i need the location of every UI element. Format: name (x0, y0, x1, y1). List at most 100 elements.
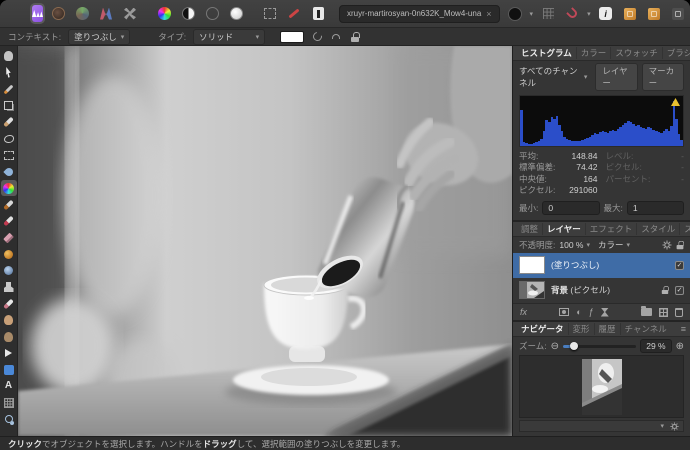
tone-mapping-persona-icon[interactable] (97, 5, 115, 23)
move-backward-icon[interactable] (669, 5, 687, 23)
document-info-icon[interactable] (309, 5, 327, 23)
tool-smudge[interactable] (1, 329, 17, 345)
tool-eraser[interactable] (1, 230, 17, 246)
develop-persona-icon[interactable] (73, 5, 91, 23)
live-filter-icon[interactable]: ƒ (589, 307, 594, 317)
move-forward-icon[interactable] (645, 5, 663, 23)
min-input[interactable]: 0 (542, 201, 599, 215)
tab-effects[interactable]: エフェクト (585, 223, 637, 235)
snapping-magnet-icon[interactable] (563, 5, 581, 23)
tool-freehand[interactable] (1, 131, 17, 147)
assistant-icon[interactable]: i (597, 5, 615, 23)
tool-zoom[interactable] (1, 411, 17, 427)
reverse-icon[interactable] (330, 31, 342, 43)
channel-select[interactable]: すべてのチャンネル ▾ (519, 65, 587, 89)
adjustment-layer-icon[interactable]: ◐ (576, 307, 581, 317)
auto-white-balance-icon[interactable] (155, 5, 173, 23)
lock-icon[interactable] (677, 241, 684, 250)
tool-flood-select[interactable] (1, 164, 17, 180)
fill-color-swatch[interactable] (280, 31, 304, 43)
tool-blemish[interactable] (1, 345, 17, 361)
chevron-down-icon[interactable]: ▾ (660, 422, 664, 430)
tool-dodge-brush[interactable] (1, 312, 17, 328)
tool-shape[interactable] (1, 362, 17, 378)
layer-visibility-checkbox[interactable]: ✓ (675, 261, 684, 270)
tab-styles[interactable]: スタイル (636, 223, 679, 235)
document-tab[interactable]: xruyr-martirosyan-0n632K_Mow4-una × (339, 5, 500, 23)
zoom-value-field[interactable]: 29 % (640, 339, 671, 353)
tool-colorpicker[interactable] (1, 81, 17, 97)
max-input[interactable]: 1 (627, 201, 684, 215)
zoom-out-icon[interactable]: ⊖ (551, 341, 559, 352)
panel-menu-icon[interactable]: ≡ (681, 324, 686, 334)
tool-gradient[interactable] (1, 180, 17, 196)
zoom-slider[interactable] (563, 345, 636, 348)
delete-layer-icon[interactable] (675, 308, 683, 317)
photo-persona-icon[interactable] (32, 5, 43, 22)
snapping-grid-icon[interactable] (539, 5, 557, 23)
document-canvas[interactable] (18, 46, 512, 436)
tab-transform[interactable]: 変形 (568, 323, 594, 335)
auto-contrast-icon[interactable] (179, 5, 197, 23)
liquify-persona-icon[interactable] (49, 5, 67, 23)
tool-pixel[interactable] (1, 213, 17, 229)
swatch-caret-icon[interactable]: ▾ (530, 10, 534, 18)
tab-brushes[interactable]: ブラシ (662, 47, 690, 59)
tab-adjustments[interactable]: 調整 (517, 223, 542, 235)
tab-histogram[interactable]: ヒストグラム (517, 47, 576, 59)
layer-effects-icon[interactable]: fx (520, 307, 527, 317)
tool-selection-brush[interactable] (1, 114, 17, 130)
tool-dodge[interactable] (1, 246, 17, 262)
tool-mesh-warp[interactable] (1, 395, 17, 411)
tab-color[interactable]: カラー (576, 47, 611, 59)
tab-history[interactable]: 履歴 (594, 323, 620, 335)
layer-row-background[interactable]: 背景 (ピクセル) ✓ (513, 278, 690, 303)
group-layers-icon[interactable] (641, 308, 652, 316)
layer-scope-button[interactable]: レイヤー (595, 63, 637, 91)
blend-ranges-icon[interactable] (601, 308, 609, 317)
chevron-down-icon: ▾ (584, 73, 588, 81)
opacity-dropdown[interactable]: 100 % ▾ (559, 240, 590, 250)
blend-mode-dropdown[interactable]: カラー ▾ (598, 239, 630, 251)
rotate-icon[interactable] (311, 31, 323, 43)
tool-marquee[interactable] (1, 147, 17, 163)
tool-blur[interactable] (1, 263, 17, 279)
tool-clone[interactable] (1, 279, 17, 295)
tab-layers[interactable]: レイヤー (542, 223, 585, 235)
tool-healing[interactable] (1, 296, 17, 312)
gear-icon[interactable] (670, 422, 679, 431)
marker-button[interactable]: マーカー (642, 63, 684, 91)
new-layer-icon[interactable] (659, 308, 668, 317)
type-dropdown[interactable]: ソリッド ▾ (193, 29, 265, 45)
auto-levels-icon[interactable] (227, 5, 245, 23)
lock-icon[interactable] (662, 286, 668, 294)
lock-aspect-icon[interactable] (349, 31, 361, 43)
tab-navigator[interactable]: ナビゲータ (517, 323, 568, 335)
document-tab-close-icon[interactable]: × (486, 9, 491, 19)
slice-icon[interactable] (285, 5, 303, 23)
layers-bottom-bar: fx ◐ ƒ (513, 303, 690, 320)
tool-view[interactable] (1, 48, 17, 64)
min-label: 最小: (519, 202, 538, 214)
navigator-preview[interactable] (519, 355, 684, 418)
tool-crop[interactable] (1, 98, 17, 114)
layer-row-fill[interactable]: (塗りつぶし) ✓ (513, 253, 690, 278)
color-swatch-button[interactable] (506, 5, 524, 23)
tool-paint-brush[interactable] (1, 197, 17, 213)
context-dropdown[interactable]: 塗りつぶし ▾ (68, 29, 130, 45)
move-to-front-icon[interactable] (621, 5, 639, 23)
tab-swatches[interactable]: スウォッチ (610, 47, 662, 59)
layer-visibility-checkbox[interactable]: ✓ (675, 286, 684, 295)
gear-icon[interactable] (662, 240, 672, 250)
export-persona-icon[interactable] (121, 5, 139, 23)
auto-colors-icon[interactable] (203, 5, 221, 23)
tool-move[interactable] (1, 65, 17, 81)
mask-layer-icon[interactable] (559, 308, 569, 316)
max-label: 最大: (604, 202, 623, 214)
tool-text[interactable]: A (1, 378, 17, 394)
zoom-in-icon[interactable]: ⊕ (676, 341, 684, 352)
snapping-caret-icon[interactable]: ▾ (587, 10, 591, 18)
tab-stock[interactable]: ストック (679, 223, 690, 235)
tab-channels[interactable]: チャンネル (620, 323, 671, 335)
selection-marquee-icon[interactable] (261, 5, 279, 23)
